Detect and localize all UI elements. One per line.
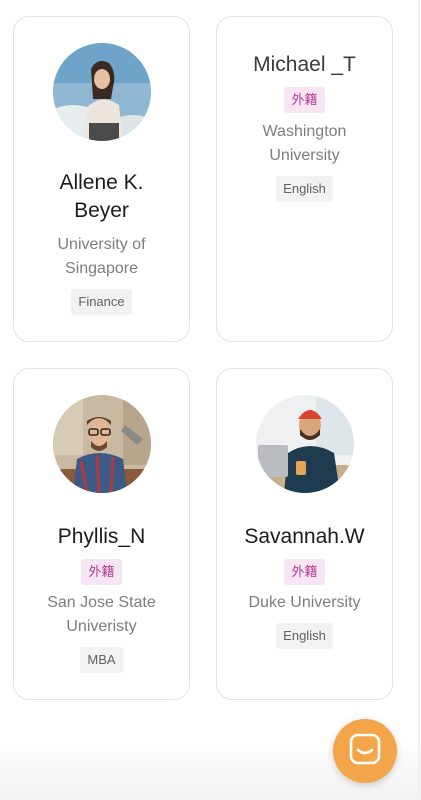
tutor-card[interactable]: Michael _T 外籍 Washington University Engl… — [216, 16, 393, 342]
tutor-avatar — [255, 395, 354, 493]
subject-tag: Finance — [71, 289, 132, 315]
subject-tag: English — [276, 176, 333, 202]
subject-tag: English — [276, 623, 333, 649]
tutor-grid: Allene K. Beyer University of Singapore … — [0, 0, 418, 800]
tutor-school: San Jose State Univeristy — [47, 594, 156, 635]
chat-launcher-button[interactable] — [333, 719, 397, 783]
tutor-name: Allene K. Beyer — [59, 171, 144, 222]
tutor-card[interactable]: Savannah.W 外籍 Duke University English — [216, 368, 393, 700]
scrollbar-track[interactable] — [418, 0, 420, 800]
tutor-school: Duke University — [248, 594, 361, 611]
foreign-tag: 外籍 — [81, 559, 122, 585]
chat-bubble-icon — [348, 732, 382, 771]
tutor-avatar — [52, 43, 151, 141]
tutor-name: Phyllis_N — [57, 525, 146, 548]
tutor-card[interactable]: Phyllis_N 外籍 San Jose State Univeristy M… — [13, 368, 190, 700]
subject-tag: MBA — [80, 647, 123, 673]
tutor-name: Michael _T — [253, 53, 356, 76]
foreign-tag: 外籍 — [284, 87, 325, 113]
tutor-name: Savannah.W — [244, 525, 365, 548]
foreign-tag: 外籍 — [284, 559, 325, 585]
tutor-avatar — [52, 395, 151, 493]
tutor-school: University of Singapore — [57, 236, 146, 277]
tutor-card[interactable]: Allene K. Beyer University of Singapore … — [13, 16, 190, 342]
tutor-school: Washington University — [262, 123, 347, 164]
